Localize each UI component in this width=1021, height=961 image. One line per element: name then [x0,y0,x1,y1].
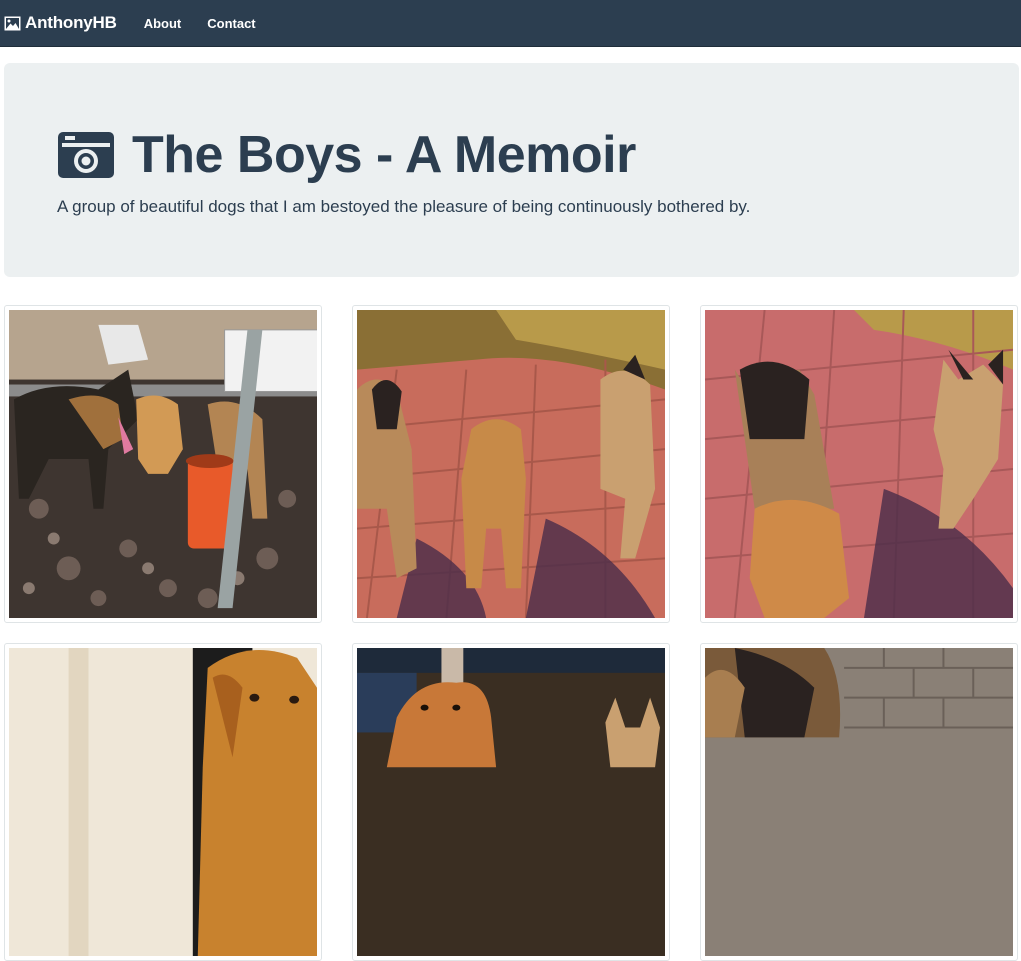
dogs-on-rocks-photo [9,310,317,618]
german-shepherd-closeup-photo [705,648,1013,956]
photo-thumbnail[interactable] [700,305,1018,623]
camera-icon [57,131,115,179]
dogs-patio-closeup-photo [705,310,1013,618]
nav-contact-link[interactable]: Contact [207,16,255,31]
photo-thumbnail[interactable] [4,305,322,623]
three-dogs-patio-photo [357,310,665,618]
jumbotron: The Boys - A Memoir A group of beautiful… [4,63,1019,277]
page-title: The Boys - A Memoir [57,125,636,185]
photo-thumbnail[interactable] [4,643,322,961]
photo-thumbnail[interactable] [352,305,670,623]
nav-about-link[interactable]: About [144,16,182,31]
page-title-text: The Boys - A Memoir [132,126,636,184]
page-subtitle: A group of beautiful dogs that I am best… [57,197,751,216]
picture-icon [4,16,21,31]
golden-retriever-indoors-photo [9,648,317,956]
golden-and-shepherd-yard-photo [357,648,665,956]
navbar: AnthonyHB About Contact [0,0,1021,47]
photo-thumbnail[interactable] [700,643,1018,961]
brand-link[interactable]: AnthonyHB [4,13,117,33]
photo-thumbnail[interactable] [352,643,670,961]
brand-text: AnthonyHB [25,13,117,32]
